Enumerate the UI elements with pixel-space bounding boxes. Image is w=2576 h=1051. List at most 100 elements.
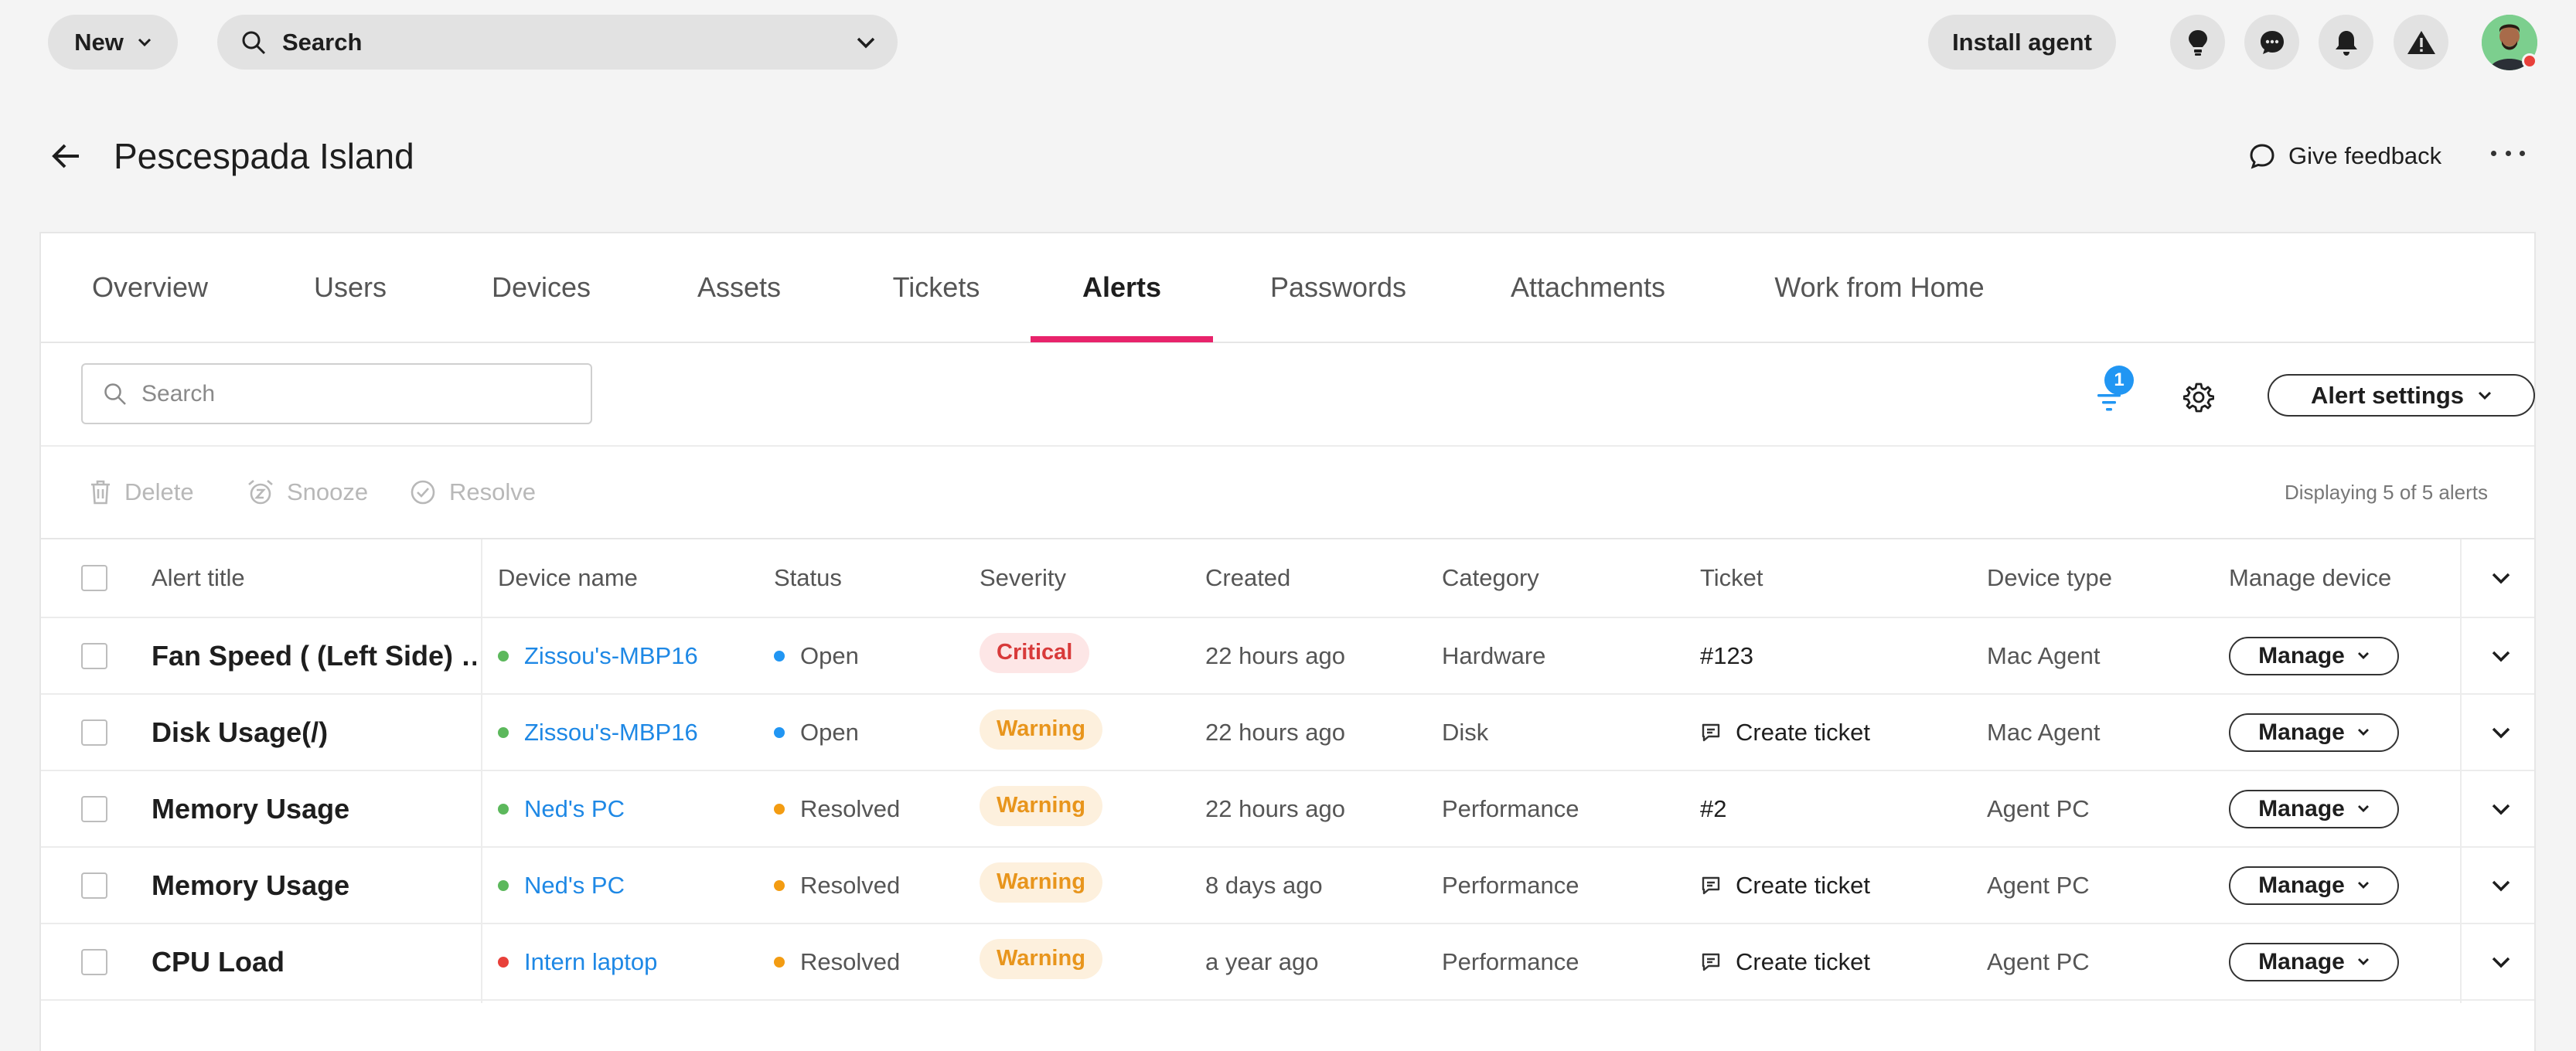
manage-cell: Manage (2229, 848, 2399, 923)
column-header-device-name[interactable]: Device name (498, 539, 638, 617)
device-link[interactable]: Zissou's-MBP16 (524, 719, 698, 747)
chevron-down-icon (2491, 956, 2511, 968)
table-row[interactable]: Fan Speed ( (Left Side) … Zissou's-MBP16… (41, 618, 2534, 695)
new-button[interactable]: New (48, 15, 178, 70)
expand-row-button[interactable] (2478, 771, 2524, 846)
table-row[interactable]: CPU Load Intern laptop Resolved Warning … (41, 924, 2534, 1001)
row-checkbox[interactable] (81, 642, 107, 669)
alert-title-cell[interactable]: CPU Load (152, 924, 285, 999)
row-checkbox[interactable] (81, 719, 107, 746)
select-all-cell (81, 539, 107, 617)
column-header-ticket[interactable]: Ticket (1700, 539, 1763, 617)
manage-button[interactable]: Manage (2229, 713, 2399, 752)
select-all-checkbox[interactable] (81, 565, 107, 591)
expand-row-button[interactable] (2478, 848, 2524, 923)
more-dot-icon (2520, 150, 2525, 156)
tab-label: Assets (697, 271, 782, 303)
severity-badge: Warning (980, 785, 1102, 826)
table-row[interactable]: Memory Usage Ned's PC Resolved Warning 8… (41, 848, 2534, 924)
tab-users[interactable]: Users (312, 233, 389, 342)
row-checkbox[interactable] (81, 795, 107, 822)
alerts-button[interactable] (2394, 15, 2448, 70)
alert-title-cell[interactable]: Memory Usage (152, 848, 349, 923)
install-agent-button[interactable]: Install agent (1928, 15, 2116, 70)
manage-button[interactable]: Manage (2229, 789, 2399, 828)
column-header-device-type[interactable]: Device type (1987, 539, 2112, 617)
table-settings-button[interactable] (2183, 382, 2217, 416)
alert-title[interactable]: Memory Usage (152, 793, 349, 825)
chevron-down-icon (2491, 803, 2511, 815)
alert-title[interactable]: CPU Load (152, 946, 285, 978)
alerts-search-input[interactable]: Search (81, 363, 592, 424)
notifications-button[interactable] (2319, 15, 2373, 70)
more-options-button[interactable] (2491, 138, 2525, 168)
alert-title[interactable]: Fan Speed ( (Left Side) … (152, 640, 476, 672)
tab-tickets[interactable]: Tickets (885, 233, 987, 342)
tab-attachments[interactable]: Attachments (1508, 233, 1668, 342)
tab-assets[interactable]: Assets (696, 233, 782, 342)
tab-devices[interactable]: Devices (491, 233, 591, 342)
severity-cell: Warning (980, 848, 1102, 923)
alert-title[interactable]: Memory Usage (152, 869, 349, 902)
row-checkbox[interactable] (81, 872, 107, 899)
create-ticket-label: Create ticket (1736, 718, 1871, 746)
ticket-link[interactable]: #123 (1700, 642, 1753, 670)
column-header-manage-device[interactable]: Manage device (2229, 539, 2391, 617)
create-ticket-button[interactable]: Create ticket (1700, 872, 1870, 900)
snooze-button[interactable]: Snooze (247, 473, 368, 512)
ticket-cell: #2 (1700, 771, 1726, 846)
severity-badge: Warning (980, 709, 1102, 750)
device-link[interactable]: Zissou's-MBP16 (524, 642, 698, 670)
manage-button[interactable]: Manage (2229, 942, 2399, 981)
lightbulb-button[interactable] (2170, 15, 2225, 70)
ticket-link[interactable]: #2 (1700, 795, 1726, 823)
status-dot (774, 726, 785, 738)
chat-button[interactable] (2244, 15, 2299, 70)
back-button[interactable] (48, 139, 85, 173)
column-header-status[interactable]: Status (774, 539, 842, 617)
create-ticket-button[interactable]: Create ticket (1700, 719, 1870, 747)
device-link[interactable]: Ned's PC (524, 795, 625, 823)
more-dot-icon (2491, 150, 2496, 156)
device-link[interactable]: Intern laptop (524, 948, 657, 976)
column-header-category[interactable]: Category (1442, 539, 1539, 617)
expand-row-button[interactable] (2478, 924, 2524, 999)
chevron-down-icon[interactable] (856, 36, 876, 49)
resolve-button[interactable]: Resolve (409, 473, 536, 512)
tab-overview[interactable]: Overview (92, 233, 208, 342)
tab-label: Alerts (1082, 271, 1162, 303)
create-ticket-label: Create ticket (1736, 947, 1871, 975)
tab-label: Tickets (892, 271, 980, 303)
expand-all-button[interactable] (2478, 539, 2524, 617)
device-link[interactable]: Ned's PC (524, 872, 625, 900)
trash-icon (89, 479, 112, 505)
ticket-comment-icon (1700, 875, 1722, 896)
manage-button[interactable]: Manage (2229, 636, 2399, 675)
expand-row-button[interactable] (2478, 695, 2524, 770)
alert-title[interactable]: Disk Usage(/) (152, 716, 328, 749)
alert-settings-button[interactable]: Alert settings (2268, 374, 2535, 417)
delete-button[interactable]: Delete (89, 473, 194, 512)
row-checkbox[interactable] (81, 948, 107, 975)
device-type-cell: Mac Agent (1987, 718, 2101, 746)
alert-title-cell[interactable]: Memory Usage (152, 771, 349, 846)
column-header-created[interactable]: Created (1205, 539, 1290, 617)
tab-work-from-home[interactable]: Work from Home (1771, 233, 1988, 342)
chevron-down-icon (138, 38, 152, 47)
expand-row-button[interactable] (2478, 618, 2524, 693)
manage-label: Manage (2258, 719, 2345, 745)
tab-passwords[interactable]: Passwords (1265, 233, 1412, 342)
status-cell: Resolved (774, 924, 900, 999)
column-header-severity[interactable]: Severity (980, 539, 1066, 617)
tab-alerts[interactable]: Alerts (1031, 233, 1213, 342)
table-row[interactable]: Memory Usage Ned's PC Resolved Warning 2… (41, 771, 2534, 848)
global-search-input[interactable]: Search (217, 15, 898, 70)
create-ticket-button[interactable]: Create ticket (1700, 948, 1870, 976)
alert-title-cell[interactable]: Disk Usage(/) (152, 695, 328, 770)
table-row[interactable]: Disk Usage(/) Zissou's-MBP16 Open Warnin… (41, 695, 2534, 771)
alert-title-cell[interactable]: Fan Speed ( (Left Side) … (152, 618, 476, 693)
status-dot (774, 956, 785, 968)
manage-button[interactable]: Manage (2229, 866, 2399, 905)
give-feedback-button[interactable]: Give feedback (2248, 138, 2441, 175)
column-header-alert-title[interactable]: Alert title (152, 539, 245, 617)
